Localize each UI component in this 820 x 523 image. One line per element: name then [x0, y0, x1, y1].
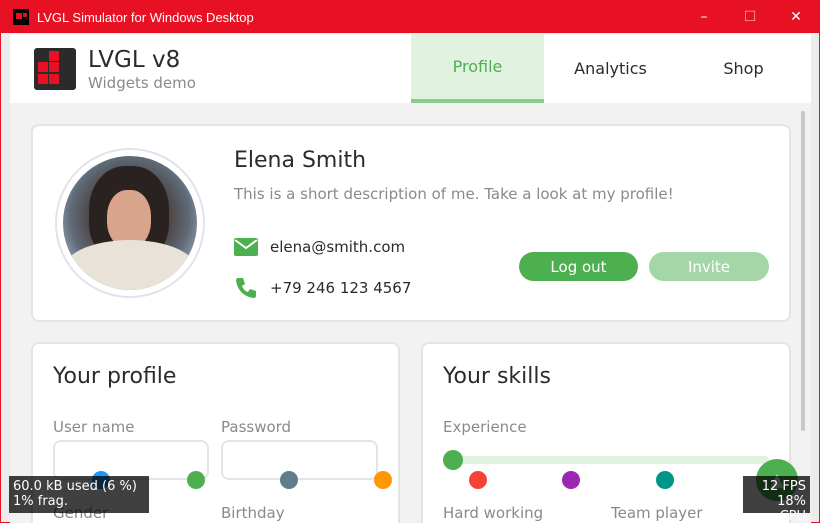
- memory-frag-text: 1% frag.: [13, 494, 69, 509]
- hard-working-label: Hard working: [443, 504, 544, 522]
- username-label: User name: [53, 418, 135, 436]
- content-scrollbar[interactable]: [801, 111, 805, 431]
- profile-description: This is a short description of me. Take …: [234, 185, 674, 203]
- experience-label: Experience: [443, 418, 527, 436]
- profile-name: Elena Smith: [234, 148, 367, 173]
- phone-text: +79 246 123 4567: [270, 279, 412, 297]
- palette-color-dot[interactable]: [374, 471, 392, 489]
- avatar: [55, 148, 205, 298]
- maximize-button[interactable]: ☐: [727, 1, 773, 33]
- tab-analytics[interactable]: Analytics: [544, 34, 677, 103]
- title-bar[interactable]: LVGL Simulator for Windows Desktop – ☐ ✕: [1, 1, 819, 33]
- email-text: elena@smith.com: [270, 238, 406, 256]
- palette-color-dot[interactable]: [280, 471, 298, 489]
- username-input[interactable]: [53, 440, 209, 480]
- window-title: LVGL Simulator for Windows Desktop: [37, 9, 254, 25]
- palette-color-dot[interactable]: [656, 471, 674, 489]
- skills-card: Your skills Experience Hard working Team…: [421, 342, 791, 523]
- your-profile-title: Your profile: [53, 364, 177, 389]
- cpu-text: 18% CPU: [777, 494, 806, 523]
- brand-subtitle: Widgets demo: [88, 74, 196, 92]
- birthday-label: Birthday: [221, 504, 285, 522]
- app-window: LVGL Simulator for Windows Desktop – ☐ ✕…: [0, 0, 820, 523]
- app-header: LVGL v8 Widgets demo Profile Analytics S…: [10, 34, 811, 103]
- tab-profile[interactable]: Profile: [411, 34, 544, 103]
- team-player-label: Team player: [611, 504, 703, 522]
- app-icon: [13, 9, 29, 25]
- palette-color-dot[interactable]: [187, 471, 205, 489]
- envelope-icon: [234, 238, 258, 256]
- logout-button[interactable]: Log out: [519, 252, 638, 281]
- avatar-photo: [63, 156, 197, 290]
- password-label: Password: [221, 418, 292, 436]
- close-button[interactable]: ✕: [773, 1, 819, 33]
- palette-color-dot[interactable]: [469, 471, 487, 489]
- memory-monitor: 60.0 kB used (6 %) 1% frag.: [9, 476, 149, 513]
- tab-shop[interactable]: Shop: [677, 34, 810, 103]
- experience-slider[interactable]: [443, 450, 769, 470]
- phone-row: +79 246 123 4567: [234, 276, 411, 300]
- skills-title: Your skills: [443, 364, 551, 389]
- window-controls: – ☐ ✕: [681, 1, 819, 33]
- brand-title: LVGL v8: [88, 47, 181, 73]
- profile-card: Elena Smith This is a short description …: [31, 124, 791, 322]
- invite-button[interactable]: Invite: [649, 252, 769, 281]
- phone-icon: [236, 278, 256, 298]
- password-input[interactable]: [221, 440, 378, 480]
- fps-text: 12 FPS: [761, 479, 806, 494]
- performance-monitor: 12 FPS 18% CPU: [743, 476, 810, 523]
- experience-slider-knob[interactable]: [443, 450, 463, 470]
- lvgl-logo-icon: [34, 48, 76, 90]
- tab-content[interactable]: Elena Smith This is a short description …: [10, 103, 811, 523]
- memory-used-text: 60.0 kB used (6 %): [13, 479, 137, 494]
- email-row: elena@smith.com: [234, 238, 405, 256]
- palette-color-dot[interactable]: [562, 471, 580, 489]
- minimize-button[interactable]: –: [681, 1, 727, 33]
